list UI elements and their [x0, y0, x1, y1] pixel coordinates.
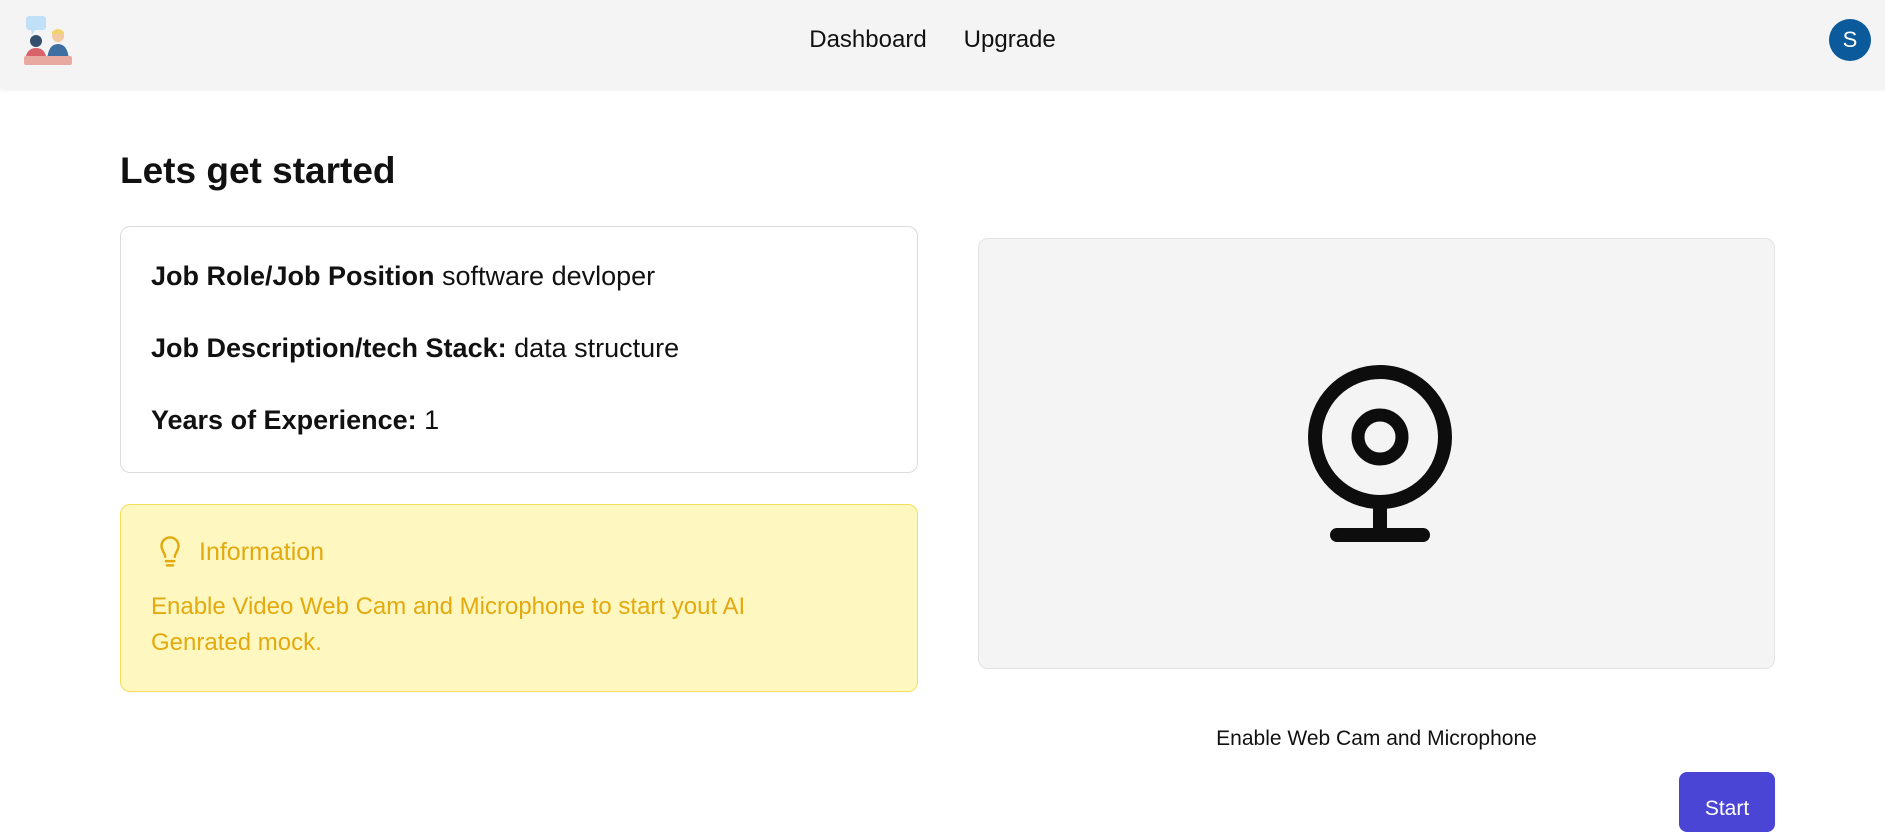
- information-text: Enable Video Web Cam and Microphone to s…: [151, 593, 746, 656]
- information-heading-row: Information: [155, 535, 324, 569]
- job-description-label: Job Description/tech Stack:: [151, 333, 507, 363]
- job-details-card: Job Role/Job Position software devloper …: [120, 226, 918, 473]
- job-role-row: Job Role/Job Position software devloper: [151, 261, 655, 292]
- enable-webcam-link[interactable]: Enable Web Cam and Microphone: [978, 727, 1775, 751]
- lightbulb-icon: [160, 536, 180, 567]
- experience-label: Years of Experience:: [151, 405, 417, 435]
- experience-row: Years of Experience: 1: [151, 405, 439, 436]
- job-description-value: data structure: [514, 333, 680, 363]
- information-heading: Information: [199, 537, 325, 566]
- webcam-icon: [1308, 365, 1452, 542]
- webcam-preview-panel: [978, 238, 1775, 669]
- information-box: Information Enable Video Web Cam and Mic…: [120, 504, 918, 692]
- job-role-value: software devloper: [442, 261, 656, 291]
- job-role-label: Job Role/Job Position: [151, 261, 435, 291]
- nav-dashboard-link[interactable]: Dashboard: [809, 26, 926, 54]
- page-title: Lets get started: [120, 150, 396, 191]
- nav-upgrade-link[interactable]: Upgrade: [964, 26, 1056, 54]
- top-header: Dashboard Upgrade S: [0, 0, 1885, 89]
- experience-value: 1: [424, 405, 440, 435]
- job-description-row: Job Description/tech Stack: data structu…: [151, 333, 679, 364]
- start-button[interactable]: Start: [1679, 772, 1775, 832]
- main-nav: Dashboard Upgrade: [0, 0, 1885, 80]
- user-avatar[interactable]: S: [1829, 19, 1871, 61]
